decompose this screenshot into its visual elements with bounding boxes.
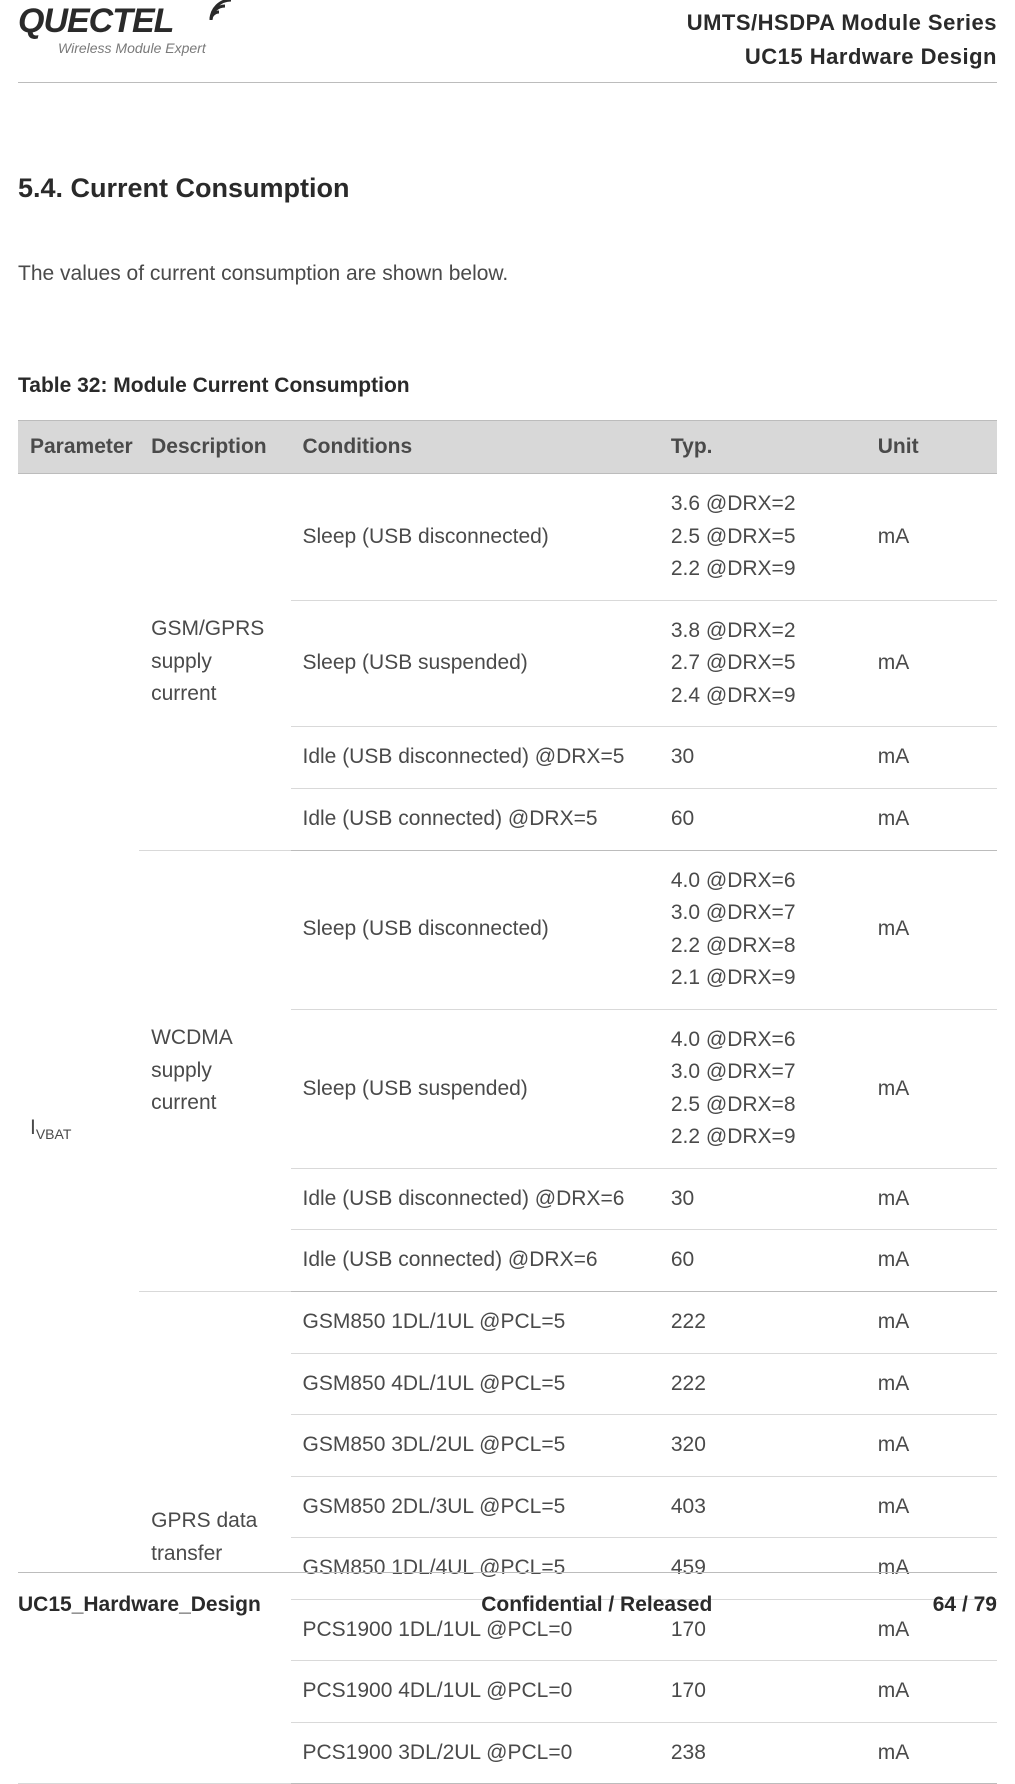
typ-cell: 30 [659, 1168, 866, 1230]
footer-center: Confidential / Released [481, 1593, 712, 1617]
unit-cell: mA [866, 727, 997, 789]
typ-cell: 3.8 @DRX=2 2.7 @DRX=5 2.4 @DRX=9 [659, 600, 866, 727]
table-row: IVBAT GSM/GPRS supply current Sleep (USB… [18, 474, 997, 601]
unit-cell: mA [866, 1661, 997, 1723]
typ-cell: 403 [659, 1476, 866, 1538]
conditions-cell: PCS1900 3DL/2UL @PCL=0 [291, 1722, 659, 1784]
logo-text: QUECTEL [18, 4, 203, 38]
page-footer: UC15_Hardware_Design Confidential / Rele… [18, 1572, 997, 1617]
header-line-2: UC15 Hardware Design [687, 40, 997, 74]
col-typ: Typ. [659, 421, 866, 474]
conditions-cell: GSM850 3DL/2UL @PCL=5 [291, 1415, 659, 1477]
conditions-cell: Sleep (USB suspended) [291, 600, 659, 727]
logo-tagline: Wireless Module Expert [18, 40, 239, 56]
typ-cell: 222 [659, 1353, 866, 1415]
typ-cell: 3.6 @DRX=2 2.5 @DRX=5 2.2 @DRX=9 [659, 474, 866, 601]
col-unit: Unit [866, 421, 997, 474]
conditions-cell: GSM850 1DL/1UL @PCL=5 [291, 1292, 659, 1354]
unit-cell: mA [866, 1722, 997, 1784]
typ-cell: 170 [659, 1661, 866, 1723]
conditions-cell: Sleep (USB disconnected) [291, 474, 659, 601]
page-header: QUECTEL Wireless Module Expert UMTS/HSDP… [18, 0, 997, 83]
conditions-cell: Idle (USB disconnected) @DRX=5 [291, 727, 659, 789]
conditions-cell: Idle (USB connected) @DRX=5 [291, 789, 659, 851]
typ-cell: 60 [659, 789, 866, 851]
typ-cell: 30 [659, 727, 866, 789]
unit-cell: mA [866, 1230, 997, 1292]
unit-cell: mA [866, 1009, 997, 1168]
unit-cell: mA [866, 1415, 997, 1477]
table-row: WCDMA supply current Sleep (USB disconne… [18, 850, 997, 1009]
table-row: GPRS data transfer GSM850 1DL/1UL @PCL=5… [18, 1292, 997, 1354]
typ-cell: 222 [659, 1292, 866, 1354]
header-line-1: UMTS/HSDPA Module Series [687, 6, 997, 40]
conditions-cell: Sleep (USB disconnected) [291, 850, 659, 1009]
unit-cell: mA [866, 1476, 997, 1538]
table-caption: Table 32: Module Current Consumption [18, 374, 997, 398]
typ-cell: 4.0 @DRX=6 3.0 @DRX=7 2.2 @DRX=8 2.1 @DR… [659, 850, 866, 1009]
typ-cell: 60 [659, 1230, 866, 1292]
conditions-cell: GSM850 2DL/3UL @PCL=5 [291, 1476, 659, 1538]
unit-cell: mA [866, 1353, 997, 1415]
table-header-row: Parameter Description Conditions Typ. Un… [18, 421, 997, 474]
conditions-cell: Sleep (USB suspended) [291, 1009, 659, 1168]
description-cell: GSM/GPRS supply current [139, 474, 290, 850]
typ-cell: 238 [659, 1722, 866, 1784]
section-title: 5.4. Current Consumption [18, 173, 997, 204]
typ-cell: 320 [659, 1415, 866, 1477]
footer-left: UC15_Hardware_Design [18, 1593, 261, 1617]
unit-cell: mA [866, 789, 997, 851]
description-cell: WCDMA supply current [139, 850, 290, 1291]
header-right: UMTS/HSDPA Module Series UC15 Hardware D… [687, 4, 997, 74]
description-cell: GPRS data transfer [139, 1292, 290, 1784]
unit-cell: mA [866, 474, 997, 601]
signal-arcs-icon [209, 0, 239, 22]
parameter-subscript: VBAT [36, 1126, 72, 1142]
unit-cell: mA [866, 600, 997, 727]
conditions-cell: PCS1900 4DL/1UL @PCL=0 [291, 1661, 659, 1723]
unit-cell: mA [866, 1292, 997, 1354]
col-conditions: Conditions [291, 421, 659, 474]
col-parameter: Parameter [18, 421, 139, 474]
conditions-cell: GSM850 4DL/1UL @PCL=5 [291, 1353, 659, 1415]
conditions-cell: Idle (USB disconnected) @DRX=6 [291, 1168, 659, 1230]
conditions-cell: Idle (USB connected) @DRX=6 [291, 1230, 659, 1292]
logo-block: QUECTEL Wireless Module Expert [18, 4, 239, 56]
unit-cell: mA [866, 1168, 997, 1230]
unit-cell: mA [866, 850, 997, 1009]
col-description: Description [139, 421, 290, 474]
intro-text: The values of current consumption are sh… [18, 262, 997, 286]
footer-right: 64 / 79 [933, 1593, 997, 1617]
typ-cell: 4.0 @DRX=6 3.0 @DRX=7 2.5 @DRX=8 2.2 @DR… [659, 1009, 866, 1168]
